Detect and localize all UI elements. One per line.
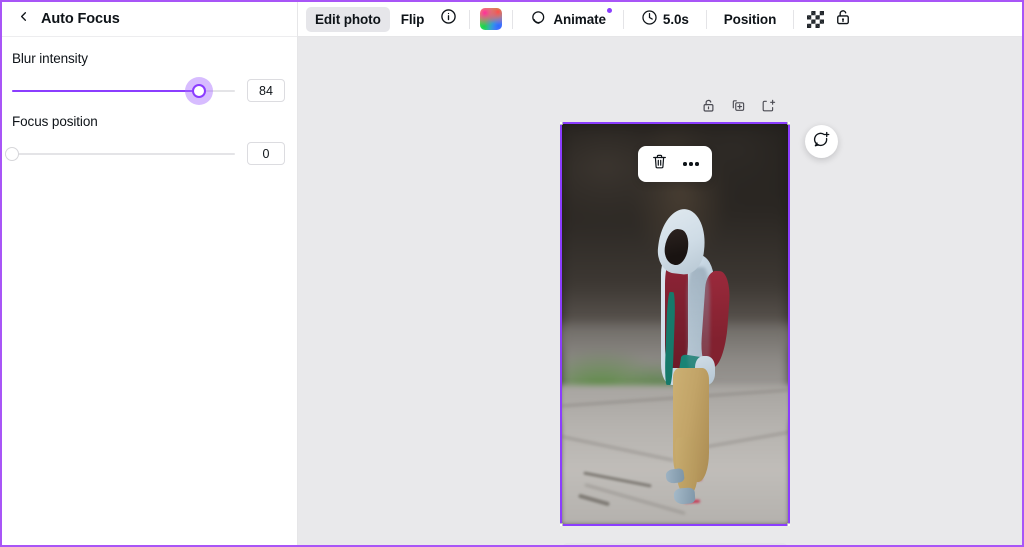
canvas-area[interactable]: + Add page: [298, 37, 1022, 545]
resize-handle-top-right[interactable]: [787, 122, 790, 125]
duration-button[interactable]: 5.0s: [632, 7, 698, 32]
focus-position-value[interactable]: 0: [247, 142, 285, 165]
toolbar-divider: [469, 9, 471, 29]
resize-handle-bottom-left[interactable]: [560, 523, 563, 526]
trash-icon: [651, 153, 668, 175]
page-title: Auto Focus: [41, 11, 120, 27]
animate-button[interactable]: Animate: [521, 7, 615, 32]
export-icon: [761, 98, 776, 118]
control-focus-position: Focus position 0: [5, 114, 285, 165]
add-page-button[interactable]: + Add page: [563, 543, 787, 545]
lock-page-button[interactable]: [697, 97, 719, 119]
toolbar-divider: [705, 9, 707, 29]
subject-pants-leg: [674, 436, 699, 495]
blur-intensity-label: Blur intensity: [12, 51, 88, 66]
slider-thumb[interactable]: [5, 146, 19, 161]
edit-photo-button[interactable]: Edit photo: [306, 6, 390, 32]
resize-handle-bottom-right[interactable]: [787, 523, 790, 526]
toolbar-divider: [622, 9, 624, 29]
transparency-button[interactable]: [802, 6, 828, 32]
duplicate-page-button[interactable]: [727, 97, 749, 119]
blur-intensity-row: 84: [12, 79, 285, 102]
control-blur-intensity: Blur intensity 84: [12, 51, 285, 102]
focus-position-slider[interactable]: [5, 144, 235, 164]
unlock-icon: [701, 98, 716, 118]
clock-icon: [641, 9, 658, 29]
animate-label: Animate: [553, 11, 606, 27]
color-button[interactable]: [478, 6, 504, 32]
subject-shoe: [673, 486, 696, 505]
edit-photo-label: Edit photo: [315, 11, 381, 27]
controls-list: Blur intensity 84 Focus position 0: [2, 37, 297, 177]
more-options-button[interactable]: [676, 150, 706, 178]
slider-track-fill: [12, 89, 200, 92]
lock-button[interactable]: [830, 6, 856, 32]
duration-label: 5.0s: [662, 11, 689, 27]
page-tools: [697, 97, 779, 119]
info-button[interactable]: [435, 6, 461, 32]
slider-thumb[interactable]: [192, 83, 207, 98]
auto-focus-panel: Auto Focus Blur intensity 84 Focus posit…: [2, 2, 298, 545]
more-options-icon: [683, 162, 699, 166]
add-page-after-button[interactable]: [757, 97, 779, 119]
duplicate-icon: [731, 98, 746, 118]
position-button[interactable]: Position: [715, 7, 785, 32]
photo-subject: [560, 122, 790, 526]
slider-track: [12, 152, 235, 155]
focus-position-label: Focus position: [12, 114, 98, 129]
new-badge-dot: [606, 7, 612, 13]
info-icon: [440, 8, 457, 30]
animate-icon: [530, 9, 548, 30]
add-comment-icon: [812, 130, 831, 154]
focus-position-row: 0: [5, 142, 285, 165]
blur-intensity-value[interactable]: 84: [247, 79, 285, 102]
editor-right-area: Edit photo Flip Animate 5.0s Position: [298, 2, 1022, 545]
chevron-left-icon: [16, 9, 31, 29]
panel-header: Auto Focus: [2, 2, 297, 37]
blur-intensity-slider[interactable]: [12, 81, 235, 101]
toolbar-divider: [512, 9, 514, 29]
element-context-toolbar: [638, 146, 712, 182]
page-wrapper[interactable]: [560, 122, 790, 526]
add-comment-button[interactable]: [805, 125, 838, 158]
photo-element[interactable]: [560, 122, 790, 526]
photo-editor-app: Auto Focus Blur intensity 84 Focus posit…: [0, 0, 1024, 547]
rainbow-color-swatch-icon: [480, 8, 503, 30]
position-label: Position: [723, 11, 777, 27]
design-page[interactable]: [560, 122, 790, 526]
flip-button[interactable]: Flip: [392, 7, 434, 32]
flip-label: Flip: [400, 11, 425, 27]
element-toolbar: Edit photo Flip Animate 5.0s Position: [298, 2, 1022, 37]
toolbar-divider: [793, 9, 795, 29]
resize-handle-top-left[interactable]: [560, 122, 563, 125]
transparency-checker-icon: [806, 10, 824, 28]
back-button[interactable]: [8, 4, 38, 34]
unlock-icon: [834, 8, 852, 31]
delete-element-button[interactable]: [644, 150, 674, 178]
